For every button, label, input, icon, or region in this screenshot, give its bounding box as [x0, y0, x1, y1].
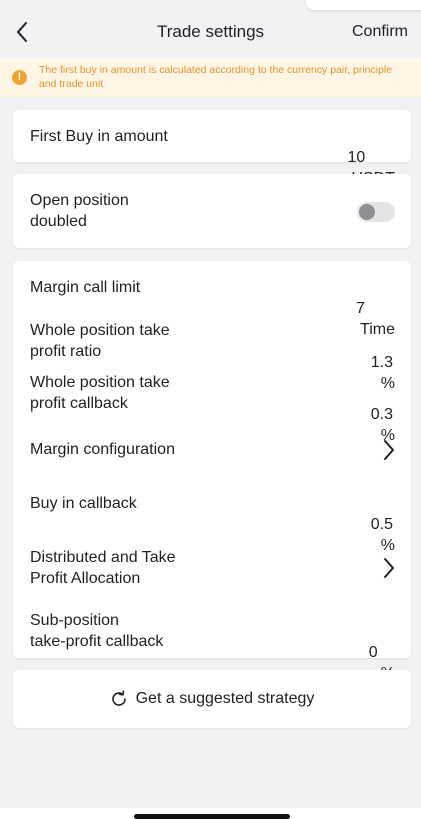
take-profit-ratio-row[interactable]: Whole position take profit ratio 1.3 % — [13, 313, 411, 392]
open-position-label-line1: Open position — [30, 192, 129, 209]
take-profit-ratio-label-line1: Whole position take — [30, 322, 170, 339]
navigation-bar: Trade settings Confirm — [0, 10, 421, 54]
buy-in-callback-row[interactable]: Buy in callback 0.5 % — [13, 477, 411, 554]
settings-card: Margin call limit 7 Time Whole position … — [13, 261, 411, 682]
take-profit-callback-label-line2: profit callback — [30, 395, 128, 412]
sub-position-callback-row[interactable]: Sub-position take-profit callback 0 % — [13, 599, 411, 682]
margin-configuration-row[interactable]: Margin configuration — [13, 421, 411, 477]
refresh-icon — [111, 690, 126, 706]
home-indicator[interactable] — [134, 814, 290, 819]
top-popover-edge — [306, 0, 421, 10]
open-position-toggle[interactable] — [357, 202, 395, 222]
distributed-take-profit-label: Distributed and Take Profit Allocation — [30, 547, 176, 589]
warning-icon: ! — [12, 70, 27, 85]
suggest-strategy-button[interactable]: Get a suggested strategy — [13, 670, 411, 728]
take-profit-ratio-label-line2: profit ratio — [30, 343, 102, 360]
open-position-label: Open position doubled — [30, 190, 129, 232]
first-buy-amount: 10 — [347, 149, 366, 166]
margin-configuration-label: Margin configuration — [30, 441, 175, 458]
chevron-right-icon — [384, 440, 394, 460]
take-profit-ratio-label: Whole position take profit ratio — [30, 320, 170, 362]
toggle-knob — [359, 204, 375, 220]
distributed-take-profit-label-line2: Profit Allocation — [30, 570, 141, 587]
sub-position-callback-number: 0 — [368, 644, 378, 661]
buy-in-callback-label: Buy in callback — [30, 495, 137, 512]
back-button[interactable] — [8, 18, 36, 46]
sub-position-callback-label: Sub-position take-profit callback — [30, 610, 163, 652]
notice-text: The first buy in amount is calculated ac… — [39, 64, 393, 90]
chevron-right-icon — [384, 558, 394, 578]
first-buy-row[interactable]: First Buy in amount 10 USDT — [13, 110, 411, 187]
info-notice: ! The first buy in amount is calculated … — [0, 58, 421, 97]
confirm-button[interactable]: Confirm — [352, 10, 408, 54]
sub-position-callback-label-line1: Sub-position — [30, 612, 119, 629]
margin-call-limit-label: Margin call limit — [30, 279, 141, 296]
first-buy-label: First Buy in amount — [30, 128, 168, 145]
first-buy-card: First Buy in amount 10 USDT — [13, 110, 411, 187]
suggest-strategy-label: Get a suggested strategy — [135, 690, 315, 707]
take-profit-callback-label: Whole position take profit callback — [30, 372, 170, 414]
chevron-left-icon — [17, 22, 27, 42]
sub-position-callback-label-line2: take-profit callback — [30, 633, 164, 650]
distributed-take-profit-label-line1: Distributed and Take — [30, 549, 176, 566]
take-profit-callback-label-line1: Whole position take — [30, 374, 170, 391]
distributed-take-profit-row[interactable]: Distributed and Take Profit Allocation — [13, 529, 411, 599]
open-position-label-line2: doubled — [30, 213, 87, 230]
suggest-strategy-content: Get a suggested strategy — [13, 670, 411, 728]
open-position-card: Open position doubled — [13, 174, 411, 248]
open-position-row: Open position doubled — [13, 174, 411, 248]
take-profit-callback-row[interactable]: Whole position take profit callback 0.3 … — [13, 367, 411, 444]
margin-call-limit-row[interactable]: Margin call limit 7 Time — [13, 261, 411, 338]
